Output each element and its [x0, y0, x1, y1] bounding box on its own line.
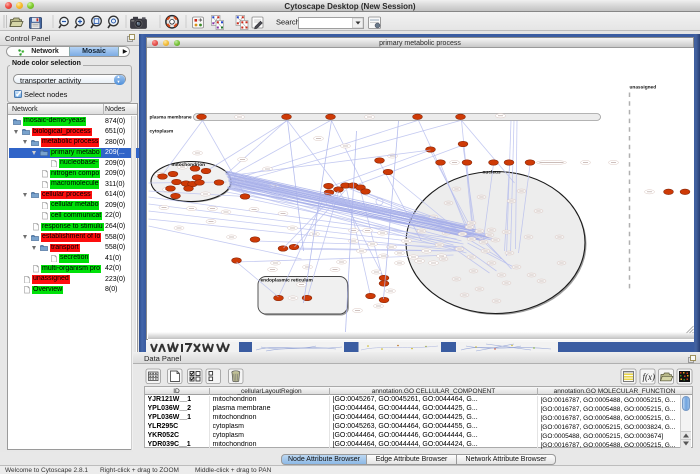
svg-text:cytoplasm: cytoplasm: [149, 129, 173, 135]
svg-text:nucleus: nucleus: [482, 170, 500, 176]
svg-text:endoplasmic reticulum: endoplasmic reticulum: [260, 278, 312, 284]
svg-text:plasma membrane: plasma membrane: [149, 115, 191, 121]
svg-text:unassigned: unassigned: [629, 85, 656, 91]
svg-text:Search:: Search:: [276, 18, 302, 27]
svg-text:mitochondrion: mitochondrion: [171, 162, 205, 168]
svg-text:f(x): f(x): [643, 372, 656, 382]
